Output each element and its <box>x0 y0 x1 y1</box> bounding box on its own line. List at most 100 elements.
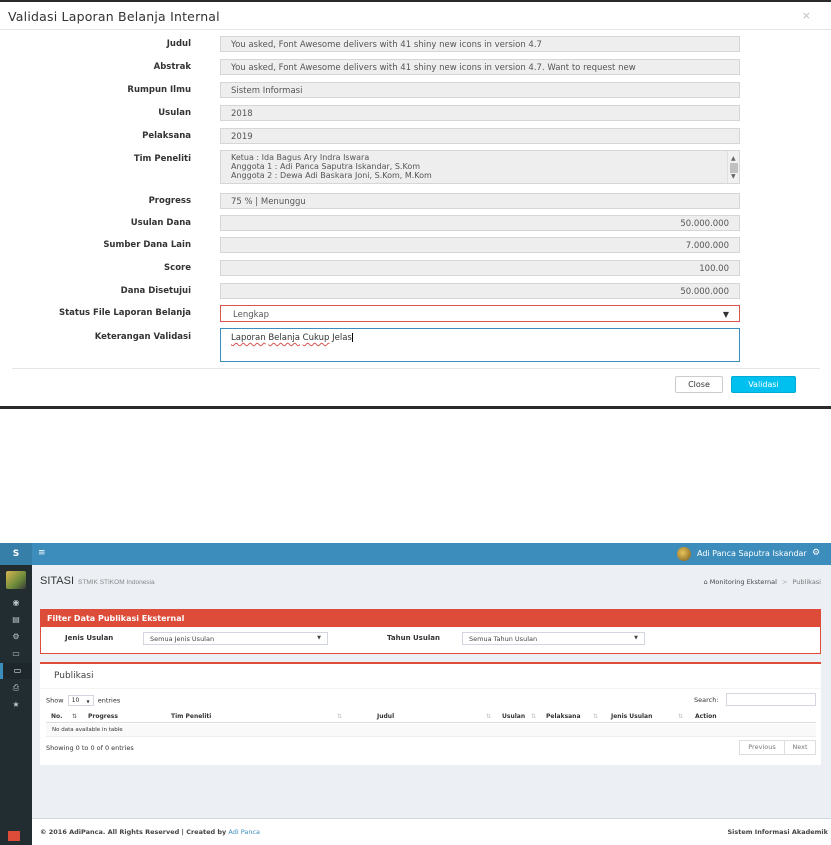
page-title-text: SITASI <box>40 575 75 587</box>
status-file-select[interactable]: Lengkap ▼ <box>220 305 740 322</box>
scroll-down-icon[interactable]: ▼ <box>731 172 736 181</box>
table-header: No. ⇅ Progress Tim Peneliti ⇅ Judul ⇅ Us… <box>46 711 816 723</box>
dana-disetujui-label: Dana Disetujui <box>120 286 191 296</box>
length-select[interactable]: 10 ▼ <box>67 695 94 706</box>
search-label: Search: <box>694 696 719 704</box>
field-sumber-dana-lain: Sumber Dana Lain 7.000.000 <box>0 237 831 254</box>
keterangan-word: Laporan <box>231 333 266 343</box>
jenis-usulan-value: Semua Jenis Usulan <box>150 635 215 643</box>
sidebar-item-star[interactable]: ★ <box>0 697 32 713</box>
validasi-modal: Validasi Laporan Belanja Internal × Judu… <box>0 0 831 410</box>
field-usulan-dana: Usulan Dana 50.000.000 <box>0 215 831 232</box>
pelaksana-label: Pelaksana <box>142 131 191 141</box>
divider <box>40 688 821 689</box>
close-icon[interactable]: × <box>802 9 811 22</box>
author-link[interactable]: Adi Panca <box>228 828 260 836</box>
sumber-dana-lain-input[interactable]: 7.000.000 <box>220 237 740 253</box>
sort-icon: ⇅ <box>678 713 684 720</box>
col-usulan[interactable]: Usulan <box>502 713 525 720</box>
tim-anggota2-line: Anggota 2 : Dewa Adi Baskara Joni, S.Kom… <box>231 171 432 180</box>
tim-ketua-line: Ketua : Ida Bagus Ary Indra Iswara <box>231 153 370 162</box>
tim-anggota1-line: Anggota 1 : Adi Panca Saputra Iskandar, … <box>231 162 421 171</box>
validasi-button[interactable]: Validasi <box>731 376 796 393</box>
field-rumpun-ilmu: Rumpun Ilmu Sistem Informasi <box>0 82 831 99</box>
tim-peneliti-label: Tim Peneliti <box>133 154 191 164</box>
page-subtitle: STMIK STIKOM Indonesia <box>78 579 155 586</box>
keterangan-textarea[interactable]: Laporan Belanja Cukup Jelas <box>220 328 740 362</box>
usulan-label: Usulan <box>158 108 191 118</box>
scroll-up-icon[interactable]: ▲ <box>731 154 736 163</box>
app-footer: © 2016 AdiPanca. All Rights Reserved | C… <box>32 818 831 845</box>
copyright-text: © 2016 AdiPanca. All Rights Reserved | C… <box>40 828 227 836</box>
col-no[interactable]: No. <box>51 713 62 720</box>
abstrak-label: Abstrak <box>153 62 191 72</box>
previous-button[interactable]: Previous <box>739 740 785 755</box>
rumpun-ilmu-label: Rumpun Ilmu <box>127 85 191 95</box>
length-control: Show 10 ▼ entries <box>46 695 120 706</box>
breadcrumb-home[interactable]: Monitoring Eksternal <box>710 578 777 586</box>
menu-toggle-icon[interactable]: ≡ <box>38 548 46 558</box>
search-input[interactable] <box>726 693 816 706</box>
sidebar-item-monitor[interactable]: ▭ <box>0 646 32 662</box>
modal-footer-divider <box>12 368 820 369</box>
caret-down-icon: ▼ <box>317 635 321 641</box>
sidebar-item-dashboard[interactable]: ◉ <box>0 595 32 611</box>
text-cursor <box>351 333 353 342</box>
col-tim-peneliti[interactable]: Tim Peneliti <box>171 713 211 720</box>
sort-icon: ⇅ <box>72 713 78 720</box>
show-label: Show <box>46 696 64 705</box>
col-judul[interactable]: Judul <box>377 713 394 720</box>
caret-down-icon: ▼ <box>86 699 90 704</box>
col-pelaksana[interactable]: Pelaksana <box>546 713 581 720</box>
tahun-usulan-select[interactable]: Semua Tahun Usulan ▼ <box>462 632 645 645</box>
col-jenis-usulan[interactable]: Jenis Usulan <box>611 713 652 720</box>
sort-icon: ⇅ <box>337 713 343 720</box>
gears-icon[interactable]: ⚙ <box>812 548 820 558</box>
keterangan-word: Cukup <box>302 333 330 343</box>
judul-input[interactable]: You asked, Font Awesome delivers with 41… <box>220 36 740 52</box>
user-name[interactable]: Adi Panca Saputra Iskandar <box>697 549 807 558</box>
sidebar: ◉ ▤ ⚙ ▭ ▭ ⎙ ★ <box>0 565 32 845</box>
textarea-scrollbar[interactable]: ▲ ▼ <box>727 151 739 183</box>
next-button[interactable]: Next <box>784 740 816 755</box>
sidebar-item-monitoring[interactable]: ▭ <box>0 663 32 679</box>
status-file-label: Status File Laporan Belanja <box>58 308 191 318</box>
field-judul: Judul You asked, Font Awesome delivers w… <box>0 36 831 53</box>
filter-box: Filter Data Publikasi Eksternal Jenis Us… <box>40 609 821 654</box>
close-button[interactable]: Close <box>675 376 723 393</box>
pelaksana-input[interactable]: 2019 <box>220 128 740 144</box>
abstrak-input[interactable]: You asked, Font Awesome delivers with 41… <box>220 59 740 75</box>
keterangan-word: Jelas <box>332 333 352 343</box>
sort-icon: ⇅ <box>486 713 492 720</box>
progress-input[interactable]: 75 % | Menunggu <box>220 193 740 209</box>
sidebar-item-print[interactable]: ⎙ <box>0 680 32 696</box>
tahun-usulan-label: Tahun Usulan <box>387 634 440 642</box>
col-progress[interactable]: Progress <box>88 713 118 720</box>
avatar[interactable] <box>677 547 691 561</box>
modal-header: Validasi Laporan Belanja Internal × <box>0 2 831 30</box>
field-pelaksana: Pelaksana 2019 <box>0 128 831 145</box>
score-input[interactable]: 100.00 <box>220 260 740 276</box>
caret-down-icon: ▼ <box>722 310 729 319</box>
tim-peneliti-textarea[interactable]: Ketua : Ida Bagus Ary Indra Iswara Anggo… <box>220 150 740 184</box>
judul-label: Judul <box>166 39 191 49</box>
top-navbar: S ≡ Adi Panca Saputra Iskandar ⚙ <box>0 543 831 565</box>
usulan-input[interactable]: 2018 <box>220 105 740 121</box>
footer-right-text: Sistem Informasi Akademik <box>727 828 828 836</box>
field-usulan: Usulan 2018 <box>0 105 831 122</box>
dana-disetujui-input[interactable]: 50.000.000 <box>220 283 740 299</box>
filter-box-title: Filter Data Publikasi Eksternal <box>41 610 820 627</box>
modal-title: Validasi Laporan Belanja Internal <box>8 9 220 24</box>
app-logo[interactable]: S <box>0 543 32 565</box>
publikasi-title: Publikasi <box>54 671 94 681</box>
footer-copyright: © 2016 AdiPanca. All Rights Reserved | C… <box>40 828 260 836</box>
usulan-dana-input[interactable]: 50.000.000 <box>220 215 740 231</box>
rumpun-ilmu-input[interactable]: Sistem Informasi <box>220 82 740 98</box>
page-title: SITASI STMIK STIKOM Indonesia <box>40 575 155 587</box>
entries-label: entries <box>97 696 121 705</box>
sidebar-item-database[interactable]: ▤ <box>0 612 32 628</box>
jenis-usulan-select[interactable]: Semua Jenis Usulan ▼ <box>143 632 328 645</box>
jenis-usulan-label: Jenis Usulan <box>65 634 114 642</box>
sidebar-item-settings[interactable]: ⚙ <box>0 629 32 645</box>
col-action[interactable]: Action <box>695 713 717 720</box>
